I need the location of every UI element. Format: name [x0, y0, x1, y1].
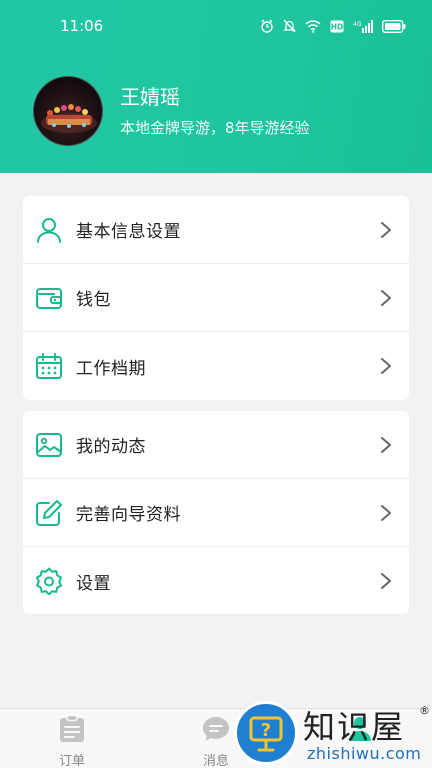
wallet-icon [35, 284, 63, 312]
menu-card-account: 基本信息设置 钱包 工作档期 [23, 196, 409, 400]
profile-text: 王婧瑶 本地金牌导游，8年导游经验 [120, 83, 310, 139]
menu-item-wallet[interactable]: 钱包 [23, 264, 409, 332]
menu-item-settings[interactable]: 设置 [23, 547, 409, 614]
watermark-url: zhishiwu.com [307, 744, 422, 763]
chevron-right-icon [380, 357, 392, 375]
profile-description: 本地金牌导游，8年导游经验 [120, 119, 310, 137]
signal-4g-icon: 4G [353, 19, 373, 33]
person-icon [35, 216, 63, 244]
chevron-right-icon [380, 572, 392, 590]
chat-bubble-icon [202, 717, 230, 747]
gear-icon [35, 567, 63, 596]
menu-item-label: 工作档期 [76, 358, 146, 379]
status-icons: HD 4G [260, 18, 406, 34]
svg-text:4G: 4G [353, 21, 362, 28]
status-time: 11:06 [60, 17, 104, 35]
watermark-registered: ® [419, 704, 430, 717]
avatar[interactable] [33, 76, 103, 146]
watermark-badge: ? [234, 701, 298, 765]
chevron-right-icon [380, 289, 392, 307]
battery-icon [382, 19, 406, 33]
menu-item-label: 钱包 [76, 290, 111, 310]
tab-orders[interactable]: 订单 [32, 714, 112, 768]
hd-icon: HD [330, 20, 344, 33]
image-icon [35, 431, 63, 459]
alarm-icon [260, 19, 274, 33]
watermark-title: 知识屋 [303, 708, 406, 746]
menu-item-label: 设置 [76, 573, 111, 594]
profile-name: 王婧瑶 [120, 85, 180, 109]
profile-section[interactable]: 王婧瑶 本地金牌导游，8年导游经验 [33, 76, 310, 146]
svg-text:?: ? [261, 720, 271, 741]
watermark: ? 知识屋 ® zhishiwu.com [233, 700, 432, 768]
chevron-right-icon [380, 436, 392, 454]
clipboard-icon [59, 714, 85, 747]
calendar-icon [35, 352, 63, 380]
profile-header: 11:06 HD 4G 王婧瑶 本地金牌导游，8年导游经验 [0, 0, 432, 173]
status-bar: 11:06 HD 4G [0, 0, 432, 54]
menu-card-guide: 我的动态 完善向导资料 设置 [23, 411, 409, 614]
tab-label: 订单 [58, 754, 85, 768]
menu-item-complete-profile[interactable]: 完善向导资料 [23, 479, 409, 547]
chevron-right-icon [380, 504, 392, 522]
edit-icon [35, 499, 63, 527]
chevron-right-icon [380, 221, 392, 239]
menu-item-label: 基本信息设置 [76, 222, 181, 242]
menu-item-label: 我的动态 [76, 437, 146, 457]
svg-text:HD: HD [331, 22, 344, 31]
wifi-icon [305, 19, 321, 33]
mute-bell-icon [283, 19, 296, 33]
menu-item-label: 完善向导资料 [76, 505, 181, 525]
menu-item-my-posts[interactable]: 我的动态 [23, 411, 409, 479]
menu-item-work-schedule[interactable]: 工作档期 [23, 332, 409, 400]
menu-item-basic-info[interactable]: 基本信息设置 [23, 196, 409, 264]
